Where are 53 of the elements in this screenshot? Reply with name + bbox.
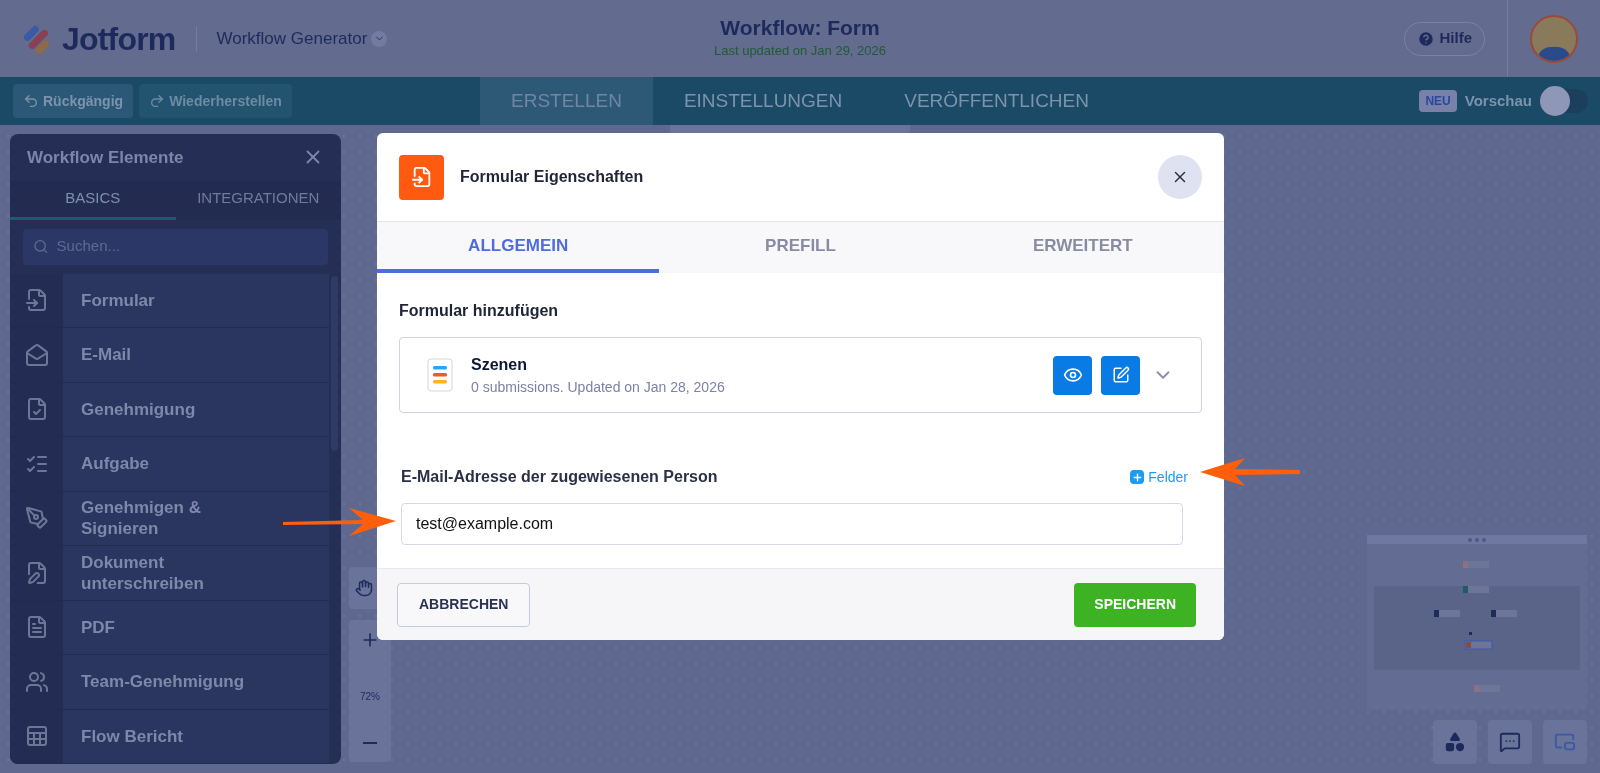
- chevron-icon: [371, 30, 388, 47]
- section-heading: Formular hinzufügen: [399, 301, 560, 321]
- undo-button[interactable]: Rückgängig: [13, 84, 134, 118]
- save-button[interactable]: SPEICHERN: [1074, 582, 1196, 627]
- form-meta: 0 submissions. Updated on Jan 28, 2026: [471, 377, 725, 397]
- eye-icon: [1062, 365, 1083, 385]
- form-icon: [399, 154, 444, 200]
- plus-icon: [1130, 470, 1145, 484]
- edit-button[interactable]: [1101, 355, 1140, 395]
- shapes-button[interactable]: [1433, 720, 1477, 764]
- form-name: Szenen: [471, 354, 528, 375]
- search-icon: [33, 238, 49, 255]
- preview-label: Vorschau: [1464, 90, 1532, 111]
- panel-tab[interactable]: BASICS: [10, 180, 176, 220]
- comment-button[interactable]: [1488, 720, 1532, 764]
- pen-icon: [24, 506, 49, 531]
- page-title: Workflow: Form: [720, 15, 880, 41]
- panel-tab[interactable]: INTEGRATIONEN: [175, 180, 341, 220]
- nav-tab[interactable]: VERÖFFENTLICHEN: [873, 77, 1120, 125]
- undo-icon: [23, 93, 39, 109]
- minimap-icon: [1554, 731, 1576, 753]
- preview-button[interactable]: [1053, 355, 1092, 395]
- form-document-icon: [427, 358, 453, 392]
- help-icon: [1417, 29, 1436, 48]
- form-icon: [24, 288, 49, 313]
- preview-toggle[interactable]: [1540, 89, 1588, 113]
- new-badge: NEU: [1419, 90, 1457, 112]
- envelope-icon: [24, 342, 49, 367]
- table-icon: [24, 724, 49, 749]
- dialog-tab[interactable]: PREFILL: [659, 222, 942, 273]
- nav-tab[interactable]: EINSTELLUNGEN: [652, 77, 874, 125]
- help-button[interactable]: Hilfe: [1404, 21, 1485, 56]
- shapes-icon: [1444, 731, 1466, 753]
- fields-link[interactable]: Felder: [1130, 466, 1188, 488]
- avatar[interactable]: [1530, 14, 1578, 63]
- app-menu[interactable]: Workflow Generator: [216, 25, 388, 52]
- zoom-level: 72%: [360, 689, 380, 704]
- nav-tab[interactable]: ERSTELLEN: [480, 77, 653, 125]
- last-updated-text: Last updated on Jan 29, 2026: [713, 42, 886, 61]
- edit-icon: [1111, 366, 1130, 384]
- logo-text: Jotform: [62, 19, 176, 59]
- people-icon: [24, 669, 49, 694]
- close-button[interactable]: [1158, 155, 1202, 199]
- hand-icon: [355, 579, 373, 597]
- cancel-button[interactable]: ABBRECHEN: [397, 582, 531, 627]
- comment-icon: [1499, 731, 1521, 753]
- redo-icon: [149, 93, 166, 109]
- dialog-tab[interactable]: ALLGEMEIN: [377, 222, 660, 273]
- field-label: E-Mail-Adresse der zugewiesenen Person: [401, 467, 718, 487]
- panel-title: Workflow Elemente: [27, 146, 184, 169]
- dialog-title: Formular Eigenschaften: [460, 167, 644, 187]
- dialog-tab[interactable]: ERWEITERT: [941, 222, 1224, 273]
- email-field[interactable]: test@example.com: [401, 503, 1183, 545]
